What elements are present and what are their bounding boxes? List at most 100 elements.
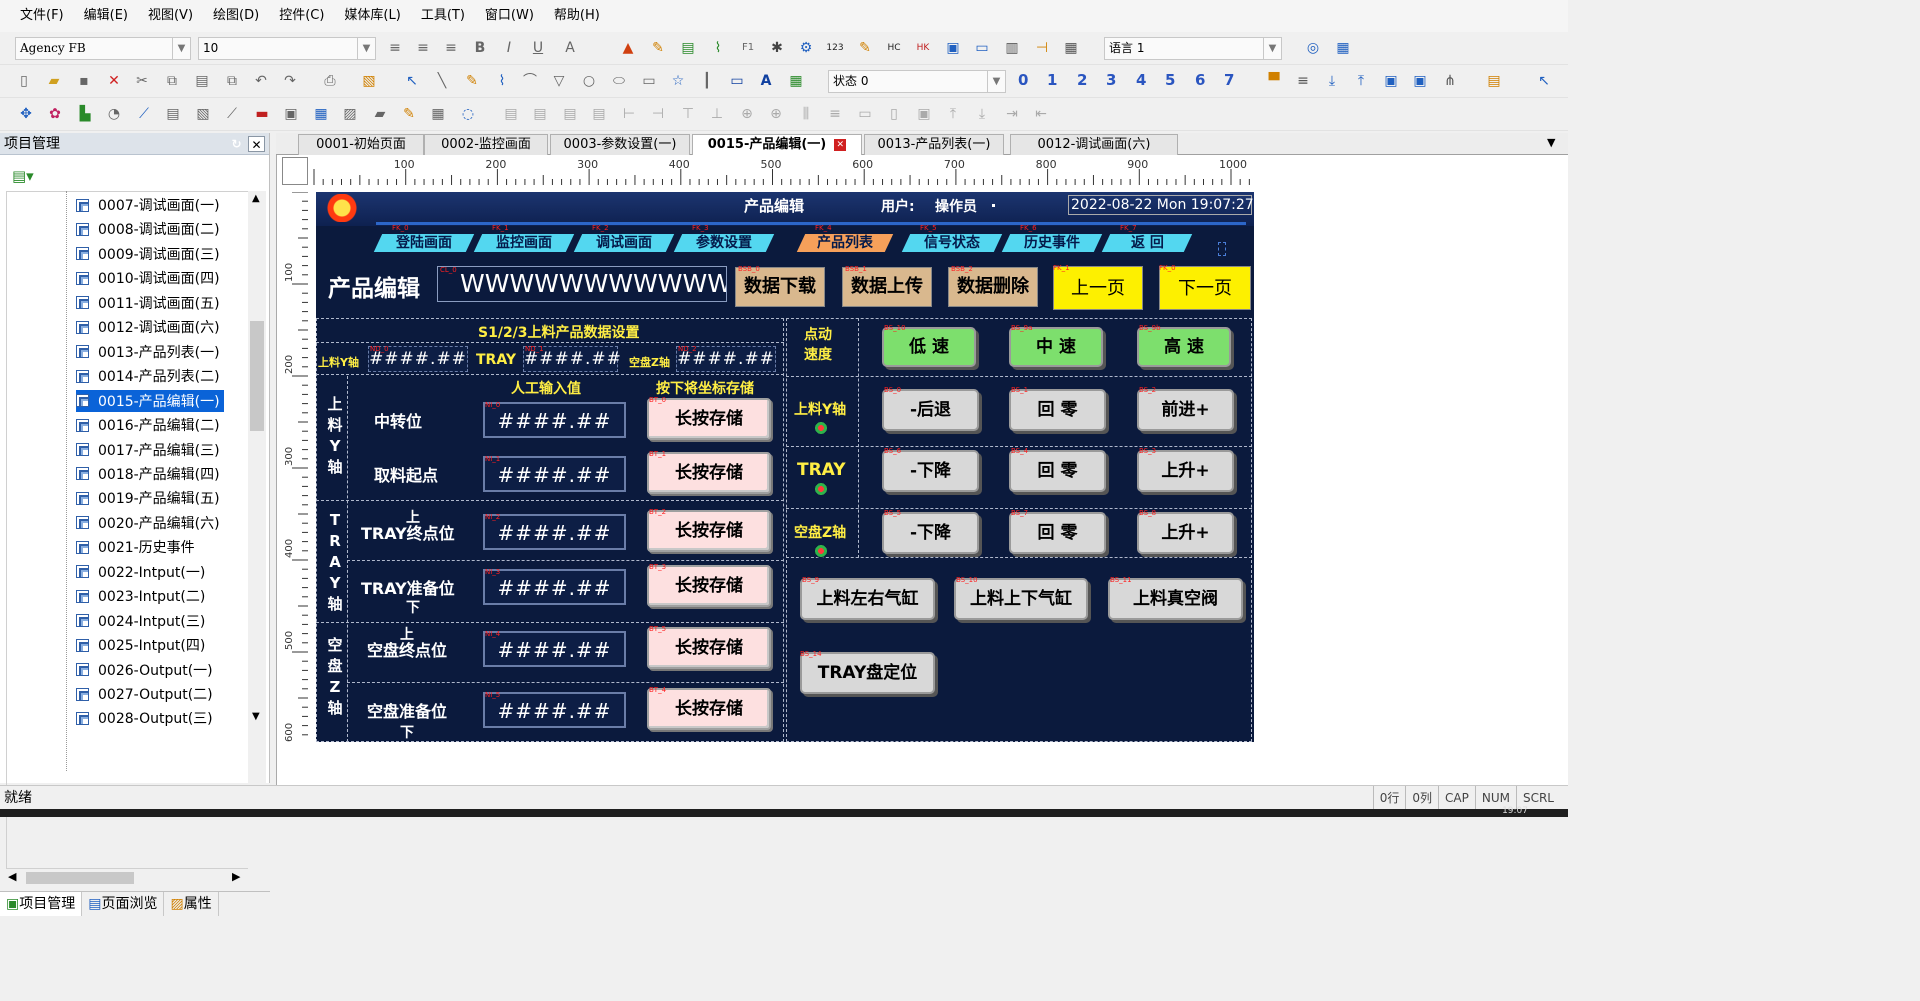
group-icon[interactable]: ▤ bbox=[589, 104, 609, 124]
position-input[interactable]: ####.## bbox=[483, 631, 626, 667]
scroll-down-icon[interactable]: ▼ bbox=[252, 711, 260, 722]
text-icon[interactable]: A bbox=[756, 71, 776, 91]
save-icon[interactable]: ▪ bbox=[74, 71, 94, 91]
ellipse-icon[interactable]: ⬭ bbox=[609, 71, 629, 91]
store-button[interactable]: 长按存储 bbox=[647, 398, 771, 440]
tree-hscrollbar[interactable]: ◀ ▶ bbox=[4, 870, 248, 886]
tree-item[interactable]: 0026-Output(一) bbox=[76, 659, 217, 681]
tree-item[interactable]: 0015-产品编辑(一) bbox=[76, 389, 224, 412]
jog-button[interactable]: 上升+ bbox=[1137, 450, 1234, 492]
properties-icon[interactable]: ▧ bbox=[359, 71, 379, 91]
brush-icon[interactable]: ✎ bbox=[399, 104, 419, 124]
doc-tab[interactable]: 0003-参数设置(一) bbox=[550, 134, 690, 155]
align-middle-icon[interactable]: ≡ bbox=[1293, 71, 1313, 91]
distribute-v-icon[interactable]: ≡ bbox=[825, 104, 845, 124]
tree-item[interactable]: 0010-调试画面(四) bbox=[76, 267, 224, 289]
nav-tab[interactable]: 历史事件 bbox=[1001, 234, 1103, 252]
f1-icon[interactable]: F1 bbox=[738, 38, 758, 58]
lock-icon[interactable]: ▰ bbox=[370, 104, 390, 124]
form-icon[interactable]: ▧ bbox=[193, 104, 213, 124]
layer-down-icon[interactable]: ▤ bbox=[560, 104, 580, 124]
scroll-thumb[interactable] bbox=[250, 321, 264, 431]
jog-button[interactable]: -下降 bbox=[882, 512, 979, 554]
chart-icon[interactable]: ⌇ bbox=[708, 38, 728, 58]
bar-chart-icon[interactable]: ▙ bbox=[75, 104, 95, 124]
tree-item[interactable]: 0018-产品编辑(四) bbox=[76, 463, 224, 485]
print-icon[interactable]: ⎙ bbox=[320, 71, 340, 91]
gauge-icon[interactable]: ◔ bbox=[104, 104, 124, 124]
tab-project[interactable]: ▣项目管理 bbox=[0, 892, 83, 916]
tree-item[interactable]: 0014-产品列表(二) bbox=[76, 365, 224, 387]
line-icon[interactable]: ╲ bbox=[432, 71, 452, 91]
jog-button[interactable]: -后退 bbox=[882, 389, 979, 431]
align-left2-icon[interactable]: ⊢ bbox=[619, 104, 639, 124]
state-0-button[interactable]: 0 bbox=[1018, 71, 1028, 89]
menu-control[interactable]: 控件(C) bbox=[269, 0, 334, 32]
grid-icon[interactable]: ▦ bbox=[1333, 38, 1353, 58]
state-7-button[interactable]: 7 bbox=[1224, 71, 1234, 89]
circle-icon[interactable]: ○ bbox=[579, 71, 599, 91]
export-icon[interactable]: ▤ bbox=[1484, 71, 1504, 91]
star-icon[interactable]: ☆ bbox=[668, 71, 688, 91]
align-top2-icon[interactable]: ⊤ bbox=[678, 104, 698, 124]
network-icon[interactable]: ⋔ bbox=[1440, 71, 1460, 91]
doc-tab[interactable]: 0013-产品列表(一) bbox=[864, 134, 1004, 155]
edit-doc-icon[interactable]: ▨ bbox=[340, 104, 360, 124]
position-input[interactable]: ####.## bbox=[483, 456, 626, 492]
nav-tab[interactable]: 登陆画面 bbox=[373, 234, 475, 252]
alarm-icon[interactable]: ▬ bbox=[252, 104, 272, 124]
frame-icon[interactable]: ▭ bbox=[727, 71, 747, 91]
italic-icon[interactable]: I bbox=[499, 38, 519, 58]
tab-page-browse[interactable]: ▤页面浏览 bbox=[82, 892, 165, 916]
nav-tab[interactable]: 产品列表 bbox=[796, 234, 894, 252]
scroll-up-icon[interactable]: ▲ bbox=[252, 193, 260, 204]
store-button[interactable]: 长按存储 bbox=[647, 452, 771, 494]
same-height-icon[interactable]: ▯ bbox=[884, 104, 904, 124]
state-1-button[interactable]: 1 bbox=[1047, 71, 1057, 89]
distribute-h-icon[interactable]: ⫼ bbox=[796, 104, 816, 124]
rectangle-icon[interactable]: ▭ bbox=[639, 71, 659, 91]
hc-icon[interactable]: HC bbox=[884, 38, 904, 58]
next-page-button[interactable]: 下一页 bbox=[1159, 266, 1251, 310]
same-width-icon[interactable]: ▭ bbox=[855, 104, 875, 124]
polyline-icon[interactable]: ⌇ bbox=[492, 71, 512, 91]
paste-icon[interactable]: ▤ bbox=[192, 71, 212, 91]
data-button[interactable]: 数据删除 bbox=[948, 267, 1038, 307]
scale-icon[interactable]: ┃ bbox=[697, 71, 717, 91]
move-icon[interactable]: ✥ bbox=[16, 104, 36, 124]
display-icon[interactable]: ▣ bbox=[1410, 71, 1430, 91]
new-file-icon[interactable]: ▯ bbox=[14, 71, 34, 91]
language-select[interactable]: 语言 1 ▼ bbox=[1104, 37, 1282, 60]
scroll-right-icon[interactable]: ▶ bbox=[232, 870, 240, 883]
nav-tab[interactable]: 调试画面 bbox=[573, 234, 675, 252]
hk-icon[interactable]: HK bbox=[913, 38, 933, 58]
tree-item[interactable]: 0008-调试画面(二) bbox=[76, 218, 224, 240]
menu-view[interactable]: 视图(V) bbox=[138, 0, 203, 32]
tree-item[interactable]: 0025-Intput(四) bbox=[76, 634, 209, 656]
tree-item[interactable]: 0016-产品编辑(二) bbox=[76, 414, 224, 436]
tree-item[interactable]: 0021-历史事件 bbox=[76, 536, 199, 558]
font-color-icon[interactable]: A bbox=[560, 38, 580, 58]
store-button[interactable]: 长按存储 bbox=[647, 510, 771, 552]
tree-item[interactable]: 0028-Output(三) bbox=[76, 707, 217, 729]
state-6-button[interactable]: 6 bbox=[1195, 71, 1205, 89]
align-center-icon[interactable]: ≡ bbox=[413, 38, 433, 58]
speed-button[interactable]: 低 速 bbox=[882, 327, 976, 367]
undo-icon[interactable]: ↶ bbox=[251, 71, 271, 91]
menu-edit[interactable]: 编辑(E) bbox=[74, 0, 138, 32]
globe-icon[interactable]: ◎ bbox=[1303, 38, 1323, 58]
nav-tab[interactable]: 信号状态 bbox=[901, 234, 1003, 252]
rotate-icon[interactable]: ◌ bbox=[458, 104, 478, 124]
monitor-icon[interactable]: ▣ bbox=[1381, 71, 1401, 91]
doc-tab[interactable]: 0015-产品编辑(一) ✕ bbox=[692, 134, 862, 155]
menu-window[interactable]: 窗口(W) bbox=[475, 0, 544, 32]
data-button[interactable]: 数据上传 bbox=[842, 267, 932, 307]
list-icon[interactable]: ▤ bbox=[678, 38, 698, 58]
same-size-icon[interactable]: ▣ bbox=[914, 104, 934, 124]
center-h-icon[interactable]: ⊕ bbox=[737, 104, 757, 124]
font-size-select[interactable]: 10 ▼ bbox=[198, 37, 376, 60]
tree-item[interactable]: 0012-调试画面(六) bbox=[76, 316, 224, 338]
table-icon[interactable]: ▦ bbox=[311, 104, 331, 124]
align-right2-icon[interactable]: ⊣ bbox=[648, 104, 668, 124]
tree-item[interactable]: 0009-调试画面(三) bbox=[76, 243, 224, 265]
